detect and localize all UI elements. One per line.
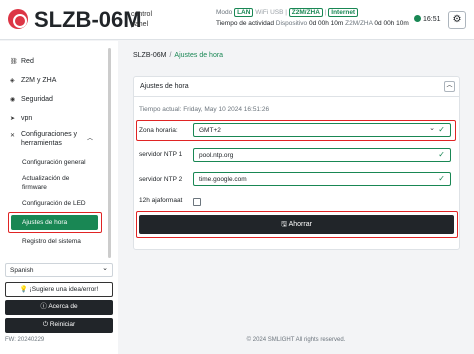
- about-label: Acerca de: [48, 303, 78, 310]
- current-time-row: Tiempo actual: Friday, May 10 2024 16:51…: [139, 106, 269, 113]
- sidebar-scrollbar[interactable]: [108, 48, 111, 258]
- smlight-logo-icon: [8, 9, 28, 29]
- top-header: SLZB-06M control panel Modo LAN WiFi USB…: [0, 0, 474, 40]
- mode-lan-badge: LAN: [234, 8, 254, 17]
- about-button[interactable]: ⓘ Acerca de: [5, 300, 113, 315]
- highlight-box-sidebar: [8, 212, 102, 233]
- clock: 16:51: [414, 15, 441, 23]
- current-time-label: Tiempo actual:: [139, 106, 182, 113]
- z2m-label: Z2M/ZHA: [345, 20, 373, 27]
- vpn-icon: ➤: [10, 116, 16, 122]
- lightbulb-icon: 💡: [19, 286, 28, 293]
- ntp1-value: pool.ntp.org: [199, 152, 234, 159]
- sidebar-item-seguridad[interactable]: ◉ Seguridad: [10, 96, 53, 103]
- device-title: SLZB-06M: [34, 7, 142, 32]
- restart-button[interactable]: ⏻ Reiniciar: [5, 318, 113, 333]
- language-select[interactable]: Spanish: [5, 263, 113, 277]
- suggest-button[interactable]: 💡 ¡Sugiere una idea/error!: [5, 282, 113, 297]
- sub-item-syslog[interactable]: Registro del sistema: [22, 237, 81, 246]
- breadcrumb-separator: /: [169, 52, 172, 59]
- mode-separator-2: |: [324, 9, 327, 16]
- settings-button[interactable]: ⚙: [448, 11, 466, 29]
- restart-label: Reiniciar: [49, 321, 76, 328]
- sidebar-item-label: Z2M y ZHA: [21, 77, 57, 84]
- clock-icon: [414, 15, 421, 22]
- ntp1-label: servidor NTP 1: [139, 151, 183, 158]
- mode-status: Modo LAN WiFi USB | Z2M/ZHA | Internet: [216, 8, 359, 17]
- gear-icon: ⚙: [452, 14, 462, 25]
- highlight-box-save: [136, 211, 458, 238]
- sidebar-item-red[interactable]: ⛓ Red: [10, 58, 34, 65]
- power-icon: ⏻: [42, 321, 49, 328]
- suggest-label: ¡Sugiere una idea/error!: [29, 286, 99, 293]
- device-label: Dispositivo: [275, 20, 308, 27]
- info-icon: ⓘ: [40, 303, 47, 310]
- network-icon: ⛓: [10, 59, 18, 65]
- z2m-uptime: 0d 00h 10m: [374, 20, 409, 27]
- mode-z2m-badge: Z2M/ZHA: [288, 8, 323, 17]
- sub-item-firmware[interactable]: Actualización de firmware: [22, 174, 92, 192]
- chevron-up-icon: ︿: [87, 136, 94, 142]
- check-icon: ✓: [438, 174, 445, 183]
- card-header: Ajustes de hora: [134, 77, 459, 97]
- mode-usb: USB: [270, 9, 284, 16]
- footer: © 2024 SMLIGHT All rights reserved.: [246, 337, 346, 343]
- clock-value: 16:51: [423, 16, 441, 23]
- sidebar-item-label: Configuraciones y herramientas: [21, 131, 78, 147]
- sidebar-item-label: Seguridad: [21, 96, 53, 103]
- ntp2-label: servidor NTP 2: [139, 176, 183, 183]
- mode-label: Modo: [216, 9, 233, 16]
- chevron-up-icon: ︿: [446, 83, 453, 89]
- sidebar-item-label: vpn: [21, 115, 33, 122]
- device-uptime: 0d 00h 10m: [309, 20, 344, 27]
- ntp2-value: time.google.com: [199, 176, 247, 183]
- breadcrumb: SLZB-06M / Ajustes de hora: [133, 52, 223, 59]
- check-icon: ✓: [438, 150, 445, 159]
- uptime-status: Tiempo de actividad Dispositivo 0d 00h 1…: [216, 20, 409, 27]
- highlight-box-timezone: [136, 120, 456, 141]
- ntp2-input[interactable]: time.google.com ✓: [193, 172, 451, 186]
- format12h-label: 12h ajaformaat: [139, 197, 183, 204]
- breadcrumb-current: Ajustes de hora: [174, 52, 224, 59]
- collapse-toggle-button[interactable]: ︿: [444, 81, 455, 92]
- zigbee-icon: ◈: [10, 78, 15, 84]
- current-time-value: Friday, May 10 2024 16:51:26: [183, 106, 270, 113]
- ntp1-input[interactable]: pool.ntp.org ✓: [193, 148, 451, 162]
- device-subtitle: control panel: [131, 11, 153, 28]
- sidebar-item-z2m[interactable]: ◈ Z2M y ZHA: [10, 77, 56, 84]
- card-title: Ajustes de hora: [140, 83, 189, 90]
- sub-item-general[interactable]: Configuración general: [22, 158, 86, 167]
- format12h-checkbox[interactable]: [193, 198, 201, 206]
- shield-icon: ◉: [10, 97, 16, 103]
- uptime-label: Tiempo de actividad: [216, 20, 274, 27]
- mode-wifi: WiFi: [255, 9, 269, 16]
- sidebar-item-label: Red: [21, 58, 34, 65]
- tools-icon: ✕: [10, 133, 16, 139]
- internet-badge: Internet: [328, 8, 359, 17]
- mode-separator: |: [285, 9, 287, 16]
- sidebar-item-tools[interactable]: ✕ Configuraciones y herramientas ︿: [10, 130, 102, 148]
- sub-item-led[interactable]: Configuración de LED: [22, 199, 86, 208]
- breadcrumb-root[interactable]: SLZB-06M: [133, 52, 166, 59]
- sidebar-item-vpn[interactable]: ➤ vpn: [10, 115, 32, 122]
